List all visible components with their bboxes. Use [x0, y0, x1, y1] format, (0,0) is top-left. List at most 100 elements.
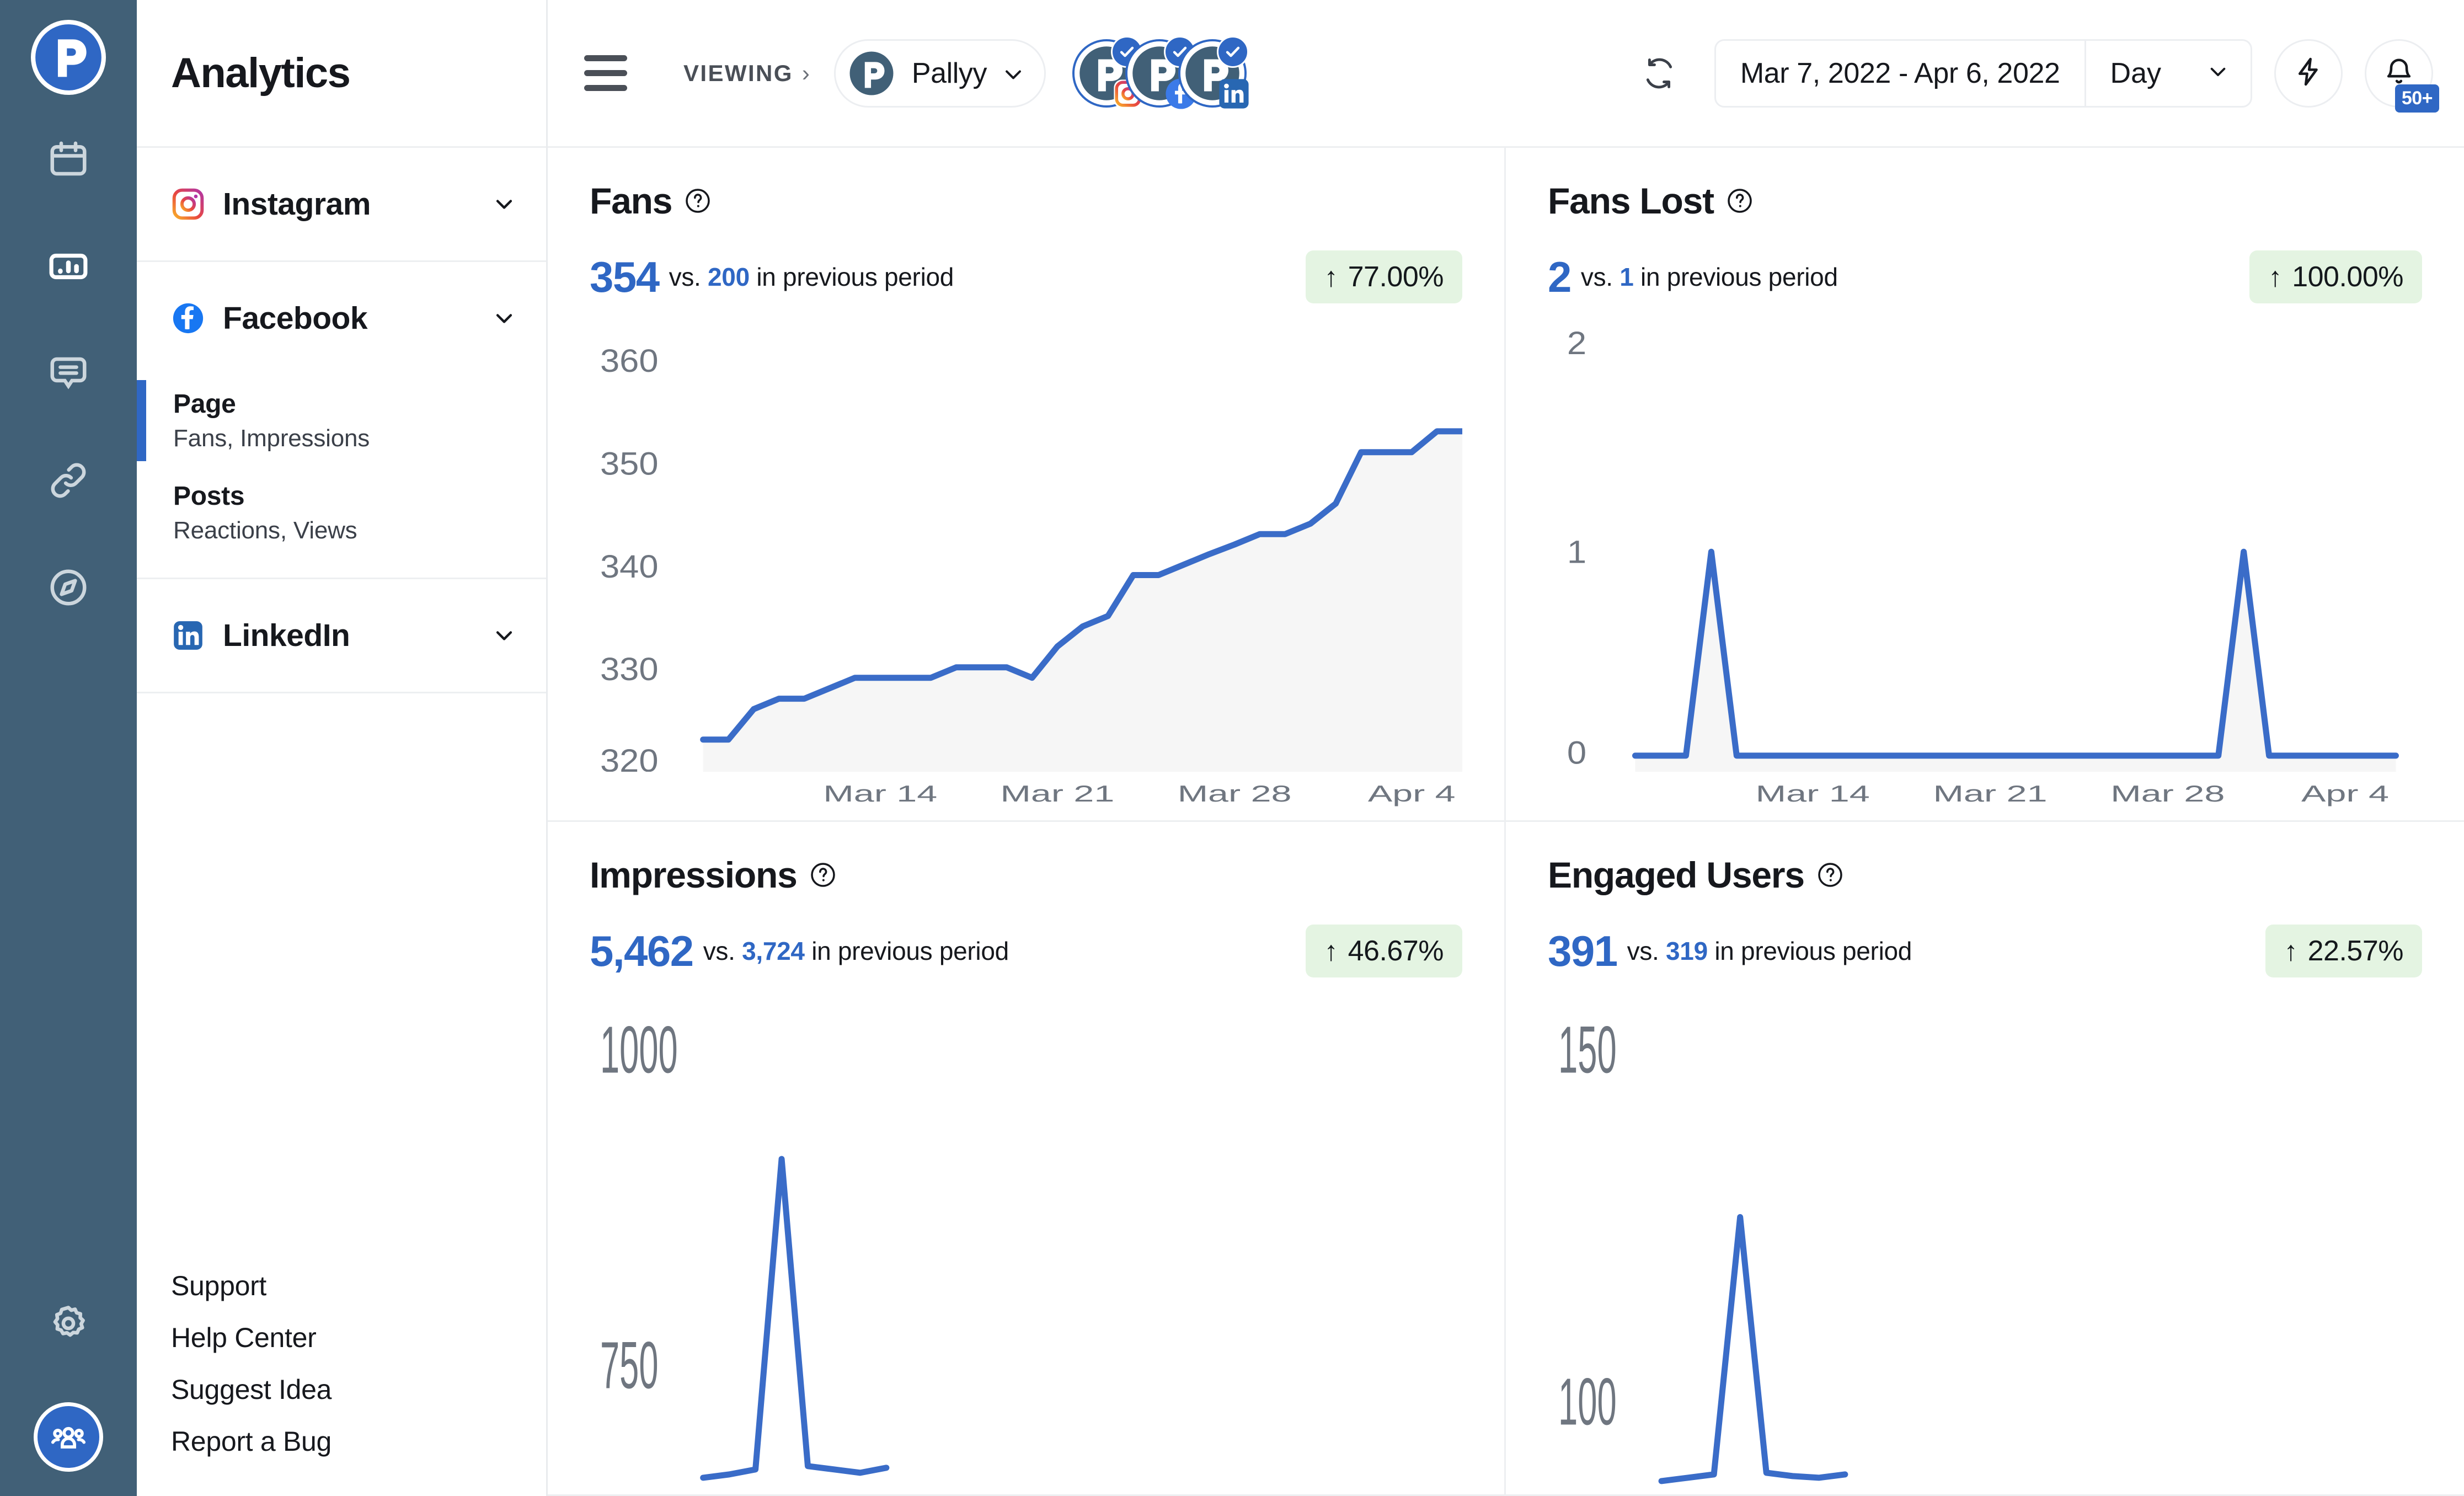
support-link[interactable]: Support — [171, 1270, 546, 1302]
chevron-down-icon[interactable] — [492, 306, 516, 330]
status-badge-fans: ↑ 77.00% — [1305, 250, 1462, 303]
chart-fans-lost: 2 1 0 Mar 14 Mar 21 Mar 28 Apr 4 — [1548, 322, 2422, 806]
card-header: Fans — [590, 180, 1462, 222]
refresh-icon[interactable] — [1633, 47, 1686, 100]
ytick-330: 330 — [600, 651, 659, 687]
chart-svg-fans: 360 350 340 330 320 — [600, 343, 1462, 772]
granularity-value[interactable]: Day — [2086, 57, 2185, 90]
question-circle-icon[interactable] — [684, 187, 712, 215]
question-circle-icon[interactable] — [1816, 861, 1844, 889]
xtick-mar21: Mar 21 — [1001, 781, 1115, 806]
page-title: Analytics — [171, 50, 351, 97]
comment-icon[interactable] — [45, 350, 92, 397]
sidebar-header: Analytics — [137, 0, 546, 148]
link-icon[interactable] — [45, 457, 92, 504]
chevron-right-icon: › — [801, 60, 810, 86]
card-stats: 5,462 vs. 3,724 in previous period ↑ 46.… — [590, 925, 1462, 977]
sidebar-item-page-subtitle: Fans, Impressions — [173, 425, 370, 452]
sidebar-item-linkedin[interactable]: LinkedIn — [137, 579, 546, 692]
question-circle-icon[interactable] — [809, 861, 837, 889]
date-range-input[interactable]: Mar 7, 2022 - Apr 6, 2022 — [1716, 57, 2084, 90]
xtick-mar28: Mar 28 — [2110, 781, 2225, 806]
ytick-340: 340 — [600, 548, 659, 584]
metric-card-engaged-users: Engaged Users 391 vs. 319 in previous pe… — [1506, 822, 2464, 1496]
linkedin-icon — [1218, 78, 1250, 110]
chevron-down-icon — [2206, 60, 2230, 86]
sidebar-item-posts-subtitle: Reactions, Views — [173, 517, 357, 544]
sidebar-item-instagram[interactable]: Instagram — [137, 148, 546, 260]
suggest-idea-link[interactable]: Suggest Idea — [171, 1374, 546, 1406]
sidebar-label-facebook: Facebook — [223, 301, 368, 336]
chart-impressions: 1000 750 — [590, 996, 1462, 1494]
sidebar-label-linkedin: LinkedIn — [223, 618, 350, 653]
arrow-up-icon: ↑ — [1324, 936, 1338, 966]
sidebar-item-page[interactable]: Page Fans, Impressions — [137, 375, 546, 467]
facebook-subnav: Page Fans, Impressions Posts Reactions, … — [137, 375, 546, 578]
card-header: Impressions — [590, 854, 1462, 896]
help-center-link[interactable]: Help Center — [171, 1322, 546, 1354]
arrow-up-icon: ↑ — [1324, 261, 1338, 292]
ytick-1: 1 — [1567, 534, 1586, 570]
stat-value-fans: 354 — [590, 252, 660, 301]
change-percent-engaged-users: 22.57% — [2307, 935, 2404, 967]
users-icon[interactable] — [34, 1402, 103, 1472]
stat-value-fans-lost: 2 — [1548, 252, 1572, 301]
stat-comparison-engaged-users: vs. 319 in previous period — [1627, 937, 1912, 965]
xtick-apr4: Apr 4 — [2301, 781, 2389, 806]
main-area: VIEWING › Pallyy Mar 7, 2022 - Apr 6, 20… — [548, 0, 2464, 1496]
notification-count-badge: 50+ — [2394, 84, 2439, 113]
chart-line — [703, 1159, 886, 1478]
stat-comparison-fans-lost: vs. 1 in previous period — [1580, 263, 1838, 291]
arrow-up-icon: ↑ — [2268, 261, 2283, 292]
pallyy-logo-icon[interactable] — [31, 20, 106, 95]
card-stats: 354 vs. 200 in previous period ↑ 77.00% — [590, 250, 1462, 303]
chart-xaxis-fans: Mar 14 Mar 21 Mar 28 Apr 4 — [823, 781, 1456, 806]
chart-svg-engaged-users: 150 100 — [1558, 1013, 2422, 1494]
report-bug-link[interactable]: Report a Bug — [171, 1425, 546, 1457]
status-badge-fans-lost: ↑ 100.00% — [2249, 250, 2422, 303]
rail-icon-list — [45, 136, 92, 611]
change-percent-impressions: 46.67% — [1348, 935, 1444, 967]
ytick-0: 0 — [1567, 735, 1586, 771]
change-percent-fans-lost: 100.00% — [2292, 261, 2403, 293]
brand-selector[interactable]: Pallyy — [833, 39, 1046, 108]
card-title-fans-lost: Fans Lost — [1548, 180, 1714, 221]
xtick-mar14: Mar 14 — [1756, 781, 1870, 806]
sidebar-item-posts[interactable]: Posts Reactions, Views — [137, 467, 546, 559]
ytick-320: 320 — [600, 742, 659, 772]
granularity-dropdown-button[interactable] — [2185, 60, 2251, 86]
card-stats: 391 vs. 319 in previous period ↑ 22.57% — [1548, 925, 2422, 977]
sidebar-filler — [137, 693, 546, 1270]
change-percent-fans: 77.00% — [1348, 261, 1444, 293]
calendar-icon[interactable] — [45, 136, 92, 183]
hamburger-menu-icon[interactable] — [584, 50, 630, 97]
chart-line — [1661, 1217, 1845, 1481]
account-avatar-linkedin[interactable] — [1178, 35, 1250, 110]
chart-engaged-users: 150 100 — [1548, 996, 2422, 1494]
compass-icon[interactable] — [45, 564, 92, 611]
chart-svg-fans-lost: 2 1 0 — [1567, 325, 2422, 772]
chart-fans: 360 350 340 330 320 Mar 14 Mar 21 Mar 28… — [590, 322, 1462, 806]
notifications-button[interactable]: 50+ — [2365, 39, 2439, 113]
gear-icon[interactable] — [45, 1300, 92, 1347]
stat-comparison-fans: vs. 200 in previous period — [669, 263, 954, 291]
card-title-impressions: Impressions — [590, 854, 798, 895]
sidebar-item-page-title: Page — [173, 389, 236, 419]
question-circle-icon[interactable] — [1726, 187, 1754, 215]
top-toolbar: VIEWING › Pallyy Mar 7, 2022 - Apr 6, 20… — [548, 0, 2464, 148]
chevron-down-icon[interactable] — [492, 192, 516, 216]
previous-value: 1 — [1619, 263, 1634, 291]
status-badge-engaged-users: ↑ 22.57% — [2265, 925, 2422, 977]
connected-accounts — [1072, 35, 1249, 109]
instagram-icon — [171, 187, 205, 221]
bar-chart-icon[interactable] — [45, 243, 92, 290]
chevron-down-icon[interactable] — [492, 623, 516, 648]
quick-actions-button[interactable] — [2274, 39, 2343, 108]
ytick-360: 360 — [600, 343, 659, 379]
sidebar-item-facebook[interactable]: Facebook — [137, 262, 546, 375]
xtick-mar28: Mar 28 — [1178, 781, 1292, 806]
ytick-1000: 1000 — [600, 1013, 678, 1087]
xtick-apr4: Apr 4 — [1368, 781, 1456, 806]
card-title-fans: Fans — [590, 180, 672, 221]
analytics-sidebar: Analytics Instagram Facebook Page Fans, … — [137, 0, 548, 1496]
